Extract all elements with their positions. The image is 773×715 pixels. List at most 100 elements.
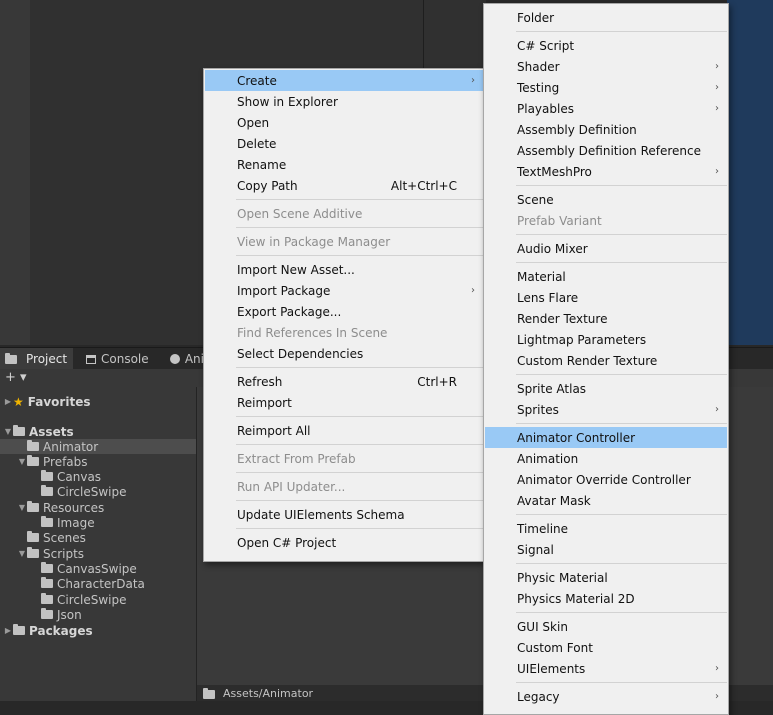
menu-item-timeline[interactable]: Timeline	[485, 518, 727, 539]
tree-item-scenes[interactable]: Scenes	[0, 530, 196, 545]
menu-item-testing[interactable]: Testing ›	[485, 77, 727, 98]
tree-item-label: CircleSwipe	[57, 484, 127, 499]
create-dropdown-button[interactable]: + ▾	[5, 370, 27, 385]
menu-item-open-c-project[interactable]: Open C# Project	[205, 532, 483, 553]
tree-item-scripts[interactable]: ▼ Scripts	[0, 546, 196, 561]
menu-item-show-in-explorer[interactable]: Show in Explorer	[205, 91, 483, 112]
menu-item-select-dependencies[interactable]: Select Dependencies	[205, 343, 483, 364]
expand-arrow-down-icon[interactable]: ▼	[17, 457, 27, 466]
menu-item-label: Assembly Definition	[517, 122, 637, 137]
menu-item-lightmap-parameters[interactable]: Lightmap Parameters	[485, 329, 727, 350]
menu-item-gui-skin[interactable]: GUI Skin	[485, 616, 727, 637]
folder-icon	[13, 624, 25, 635]
menu-item-custom-font[interactable]: Custom Font	[485, 637, 727, 658]
tab-animation-label: Ani	[184, 352, 204, 366]
menu-item-update-uielements-schema[interactable]: Update UIElements Schema	[205, 504, 483, 525]
menu-item-shortcut: Alt+Ctrl+C	[390, 178, 457, 193]
menu-item-label: Testing	[517, 80, 560, 95]
tree-item-label: Canvas	[57, 469, 102, 484]
menu-item-lens-flare[interactable]: Lens Flare	[485, 287, 727, 308]
menu-item-create[interactable]: Create ›	[205, 70, 483, 91]
tree-item-canvasswipe[interactable]: CanvasSwipe	[0, 561, 196, 576]
menu-item-reimport[interactable]: Reimport	[205, 392, 483, 413]
tree-item-canvas[interactable]: Canvas	[0, 469, 196, 484]
tree-item-packages[interactable]: ▶ Packages	[0, 623, 196, 638]
menu-item-label: Update UIElements Schema	[237, 507, 405, 522]
menu-item-avatar-mask[interactable]: Avatar Mask	[485, 490, 727, 511]
menu-item-c-script[interactable]: C# Script	[485, 35, 727, 56]
folder-open-icon	[27, 547, 39, 558]
menu-separator	[516, 563, 727, 564]
menu-item-label: Select Dependencies	[237, 346, 364, 361]
menu-item-label: Legacy	[517, 689, 560, 704]
folder-icon	[41, 470, 53, 481]
menu-item-extract-from-prefab: Extract From Prefab	[205, 448, 483, 469]
menu-separator	[516, 374, 727, 375]
menu-item-legacy[interactable]: Legacy ›	[485, 686, 727, 707]
menu-item-assembly-definition-reference[interactable]: Assembly Definition Reference	[485, 140, 727, 161]
expand-arrow-right-icon[interactable]: ▶	[3, 626, 13, 635]
tree-item-label: Json	[57, 607, 82, 622]
menu-item-import-new-asset[interactable]: Import New Asset...	[205, 259, 483, 280]
folder-icon	[27, 531, 39, 542]
menu-separator	[236, 444, 483, 445]
menu-item-textmeshpro[interactable]: TextMeshPro ›	[485, 161, 727, 182]
menu-item-import-package[interactable]: Import Package ›	[205, 280, 483, 301]
menu-item-rename[interactable]: Rename	[205, 154, 483, 175]
menu-item-sprites[interactable]: Sprites ›	[485, 399, 727, 420]
expand-arrow-down-icon[interactable]: ▼	[17, 503, 27, 512]
menu-item-animator-controller[interactable]: Animator Controller	[485, 427, 727, 448]
tree-item-prefabs[interactable]: ▼ Prefabs	[0, 454, 196, 469]
tree-item-resources[interactable]: ▼ Resources	[0, 500, 196, 515]
submenu-arrow-icon: ›	[715, 103, 719, 114]
menu-item-uielements[interactable]: UIElements ›	[485, 658, 727, 679]
tree-item-image[interactable]: Image	[0, 515, 196, 530]
menu-item-assembly-definition[interactable]: Assembly Definition	[485, 119, 727, 140]
menu-item-animator-override-controller[interactable]: Animator Override Controller	[485, 469, 727, 490]
menu-item-scene[interactable]: Scene	[485, 189, 727, 210]
menu-item-playables[interactable]: Playables ›	[485, 98, 727, 119]
menu-item-physic-material[interactable]: Physic Material	[485, 567, 727, 588]
submenu-arrow-icon: ›	[715, 663, 719, 674]
menu-separator	[236, 367, 483, 368]
menu-item-material[interactable]: Material	[485, 266, 727, 287]
folder-icon	[41, 516, 53, 527]
tree-item-characterdata[interactable]: CharacterData	[0, 576, 196, 591]
menu-item-copy-path[interactable]: Copy Path Alt+Ctrl+C	[205, 175, 483, 196]
menu-item-label: Lightmap Parameters	[517, 332, 647, 347]
tree-item-label: Favorites	[27, 394, 91, 409]
expand-arrow-right-icon[interactable]: ▶	[3, 397, 13, 406]
create-submenu: Folder C# Script Shader › Testing › Playables ›…	[483, 3, 729, 715]
tree-item-json[interactable]: Json	[0, 607, 196, 622]
tab-console[interactable]: Console	[86, 348, 166, 370]
menu-item-open-scene-additive: Open Scene Additive	[205, 203, 483, 224]
expand-arrow-down-icon[interactable]: ▼	[17, 549, 27, 558]
tree-item-animator[interactable]: Animator	[0, 439, 196, 454]
menu-item-audio-mixer[interactable]: Audio Mixer	[485, 238, 727, 259]
animation-icon	[170, 354, 180, 364]
menu-item-custom-render-texture[interactable]: Custom Render Texture	[485, 350, 727, 371]
menu-item-sprite-atlas[interactable]: Sprite Atlas	[485, 378, 727, 399]
tab-animation[interactable]: Ani	[170, 348, 204, 370]
tree-item-label: Scenes	[43, 530, 86, 545]
tab-project[interactable]: Project	[0, 348, 73, 370]
menu-item-animation[interactable]: Animation	[485, 448, 727, 469]
menu-item-folder[interactable]: Folder	[485, 7, 727, 28]
tree-item-circleswipe[interactable]: CircleSwipe	[0, 592, 196, 607]
menu-item-label: Audio Mixer	[517, 241, 588, 256]
menu-item-reimport-all[interactable]: Reimport All	[205, 420, 483, 441]
menu-item-open[interactable]: Open	[205, 112, 483, 133]
menu-item-delete[interactable]: Delete	[205, 133, 483, 154]
menu-item-label: Animator Controller	[517, 430, 636, 445]
tree-item-favorites[interactable]: ▶ ★ Favorites	[0, 394, 196, 409]
expand-arrow-down-icon[interactable]: ▼	[3, 427, 13, 436]
menu-item-shader[interactable]: Shader ›	[485, 56, 727, 77]
tree-item-assets[interactable]: ▼ Assets	[0, 424, 196, 439]
tree-item-circleswipe[interactable]: CircleSwipe	[0, 484, 196, 499]
menu-item-physics-material-2d[interactable]: Physics Material 2D	[485, 588, 727, 609]
menu-separator	[236, 416, 483, 417]
menu-item-export-package[interactable]: Export Package...	[205, 301, 483, 322]
menu-item-render-texture[interactable]: Render Texture	[485, 308, 727, 329]
menu-item-signal[interactable]: Signal	[485, 539, 727, 560]
menu-item-refresh[interactable]: Refresh Ctrl+R	[205, 371, 483, 392]
